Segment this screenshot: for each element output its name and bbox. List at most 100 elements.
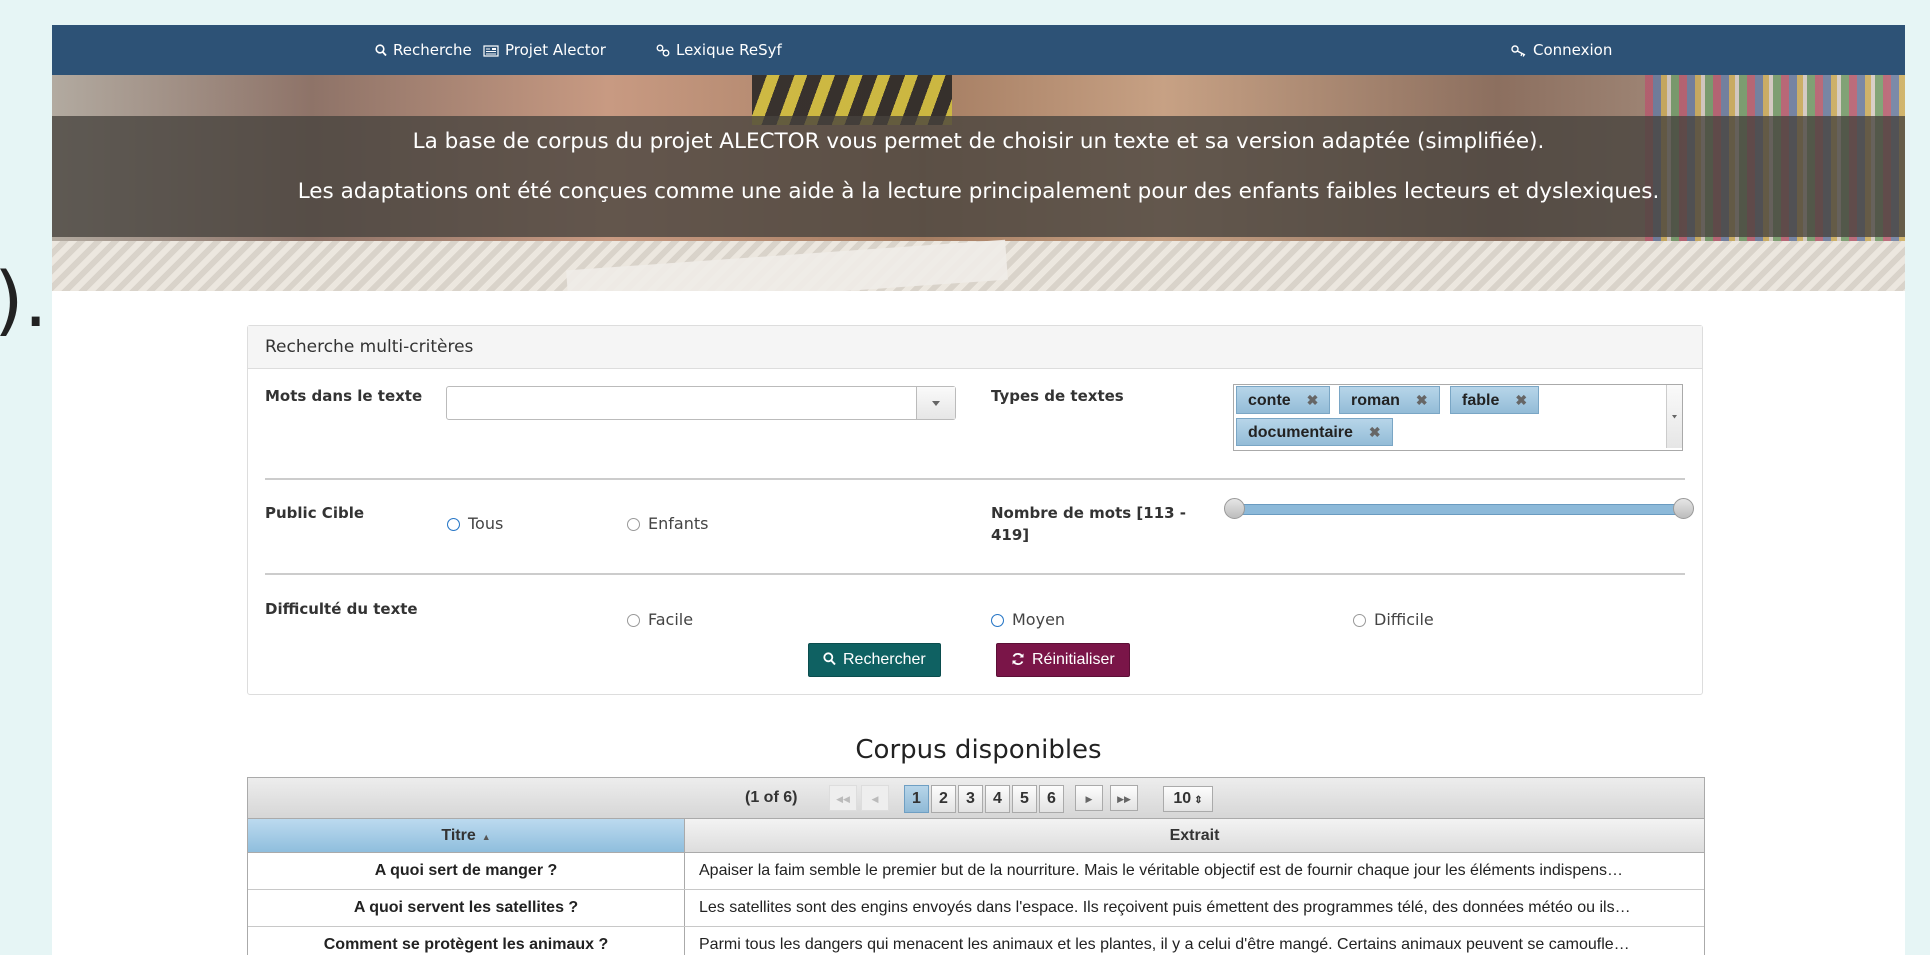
sort-ascending-icon: ▲ <box>481 832 491 842</box>
hero-intro-line: La base de corpus du projet ALECTOR vous… <box>412 129 1545 154</box>
page-info: (1 of 6) <box>745 789 798 806</box>
row-extract: Parmi tous les dangers qui menacent les … <box>699 936 1630 953</box>
word-count-label-line2: 419] <box>991 526 1030 544</box>
type-tag-label: documentaire <box>1248 424 1353 441</box>
next-page-icon[interactable]: ▶ <box>1075 785 1103 811</box>
type-tag-label: fable <box>1462 392 1500 409</box>
column-header-title[interactable]: Titre ▲ <box>248 819 685 852</box>
page-link-5[interactable]: 5 <box>1012 785 1037 813</box>
words-select-toggle[interactable] <box>916 387 955 419</box>
types-label: Types de textes <box>991 387 1124 405</box>
public-label: Public Cible <box>265 504 365 522</box>
column-header-extract: Extrait <box>685 819 1704 852</box>
search-panel-header: Recherche multi-critères <box>248 326 1702 369</box>
paginator: (1 of 6) ◀◀ ◀ 1 2 3 4 5 6 ▶ ▶▶ 10 ⇕ <box>248 778 1704 819</box>
difficulty-radio-moyen[interactable]: Moyen <box>991 610 1065 630</box>
page-link-3[interactable]: 3 <box>958 785 983 813</box>
edge-text-fragment: ). <box>0 255 48 344</box>
difficulty-radio-difficile[interactable]: Difficile <box>1353 610 1434 630</box>
top-navbar: Recherche Projet Alector Lexique ReSyf C… <box>52 25 1905 75</box>
column-header-label: Titre <box>441 827 476 844</box>
key-icon <box>1511 45 1526 57</box>
link-icon <box>656 44 670 57</box>
row-extract: Apaiser la faim semble le premier but de… <box>699 862 1624 879</box>
nav-login-link[interactable]: Connexion <box>1511 25 1612 75</box>
search-panel-title: Recherche multi-critères <box>265 337 474 357</box>
remove-tag-icon[interactable]: ✖ <box>1369 424 1381 440</box>
difficulty-option-label: Facile <box>648 610 694 629</box>
search-button-label: Rechercher <box>843 651 926 668</box>
nav-lexicon-label: Lexique ReSyf <box>676 41 782 59</box>
rows-per-page-select[interactable]: 10 ⇕ <box>1163 786 1213 812</box>
type-tag-roman[interactable]: roman ✖ <box>1339 386 1440 414</box>
radio-unchecked-icon <box>1353 614 1366 627</box>
row-title[interactable]: A quoi servent les satellites ? <box>248 890 685 926</box>
remove-tag-icon[interactable]: ✖ <box>1307 392 1319 408</box>
remove-tag-icon[interactable]: ✖ <box>1416 392 1428 408</box>
row-extract: Les satellites sont des engins envoyés d… <box>699 899 1631 916</box>
remove-tag-icon[interactable]: ✖ <box>1515 392 1527 408</box>
reset-button[interactable]: Réinitialiser <box>996 643 1130 677</box>
hero-adaptation-line: Les adaptations ont été conçues comme un… <box>297 179 1660 204</box>
public-option-label: Tous <box>468 514 504 533</box>
table-row[interactable]: A quoi servent les satellites ? Les sate… <box>248 890 1704 927</box>
radio-unchecked-icon <box>627 614 640 627</box>
caret-down-icon <box>1672 415 1677 419</box>
nav-search-label: Recherche <box>393 41 472 59</box>
row-divider <box>265 478 1685 480</box>
words-select[interactable] <box>446 386 956 420</box>
search-icon <box>823 652 836 666</box>
word-count-max-handle[interactable] <box>1673 498 1694 519</box>
rows-per-page-value: 10 <box>1173 790 1192 807</box>
difficulty-label: Difficulté du texte <box>265 600 418 618</box>
last-page-icon[interactable]: ▶▶ <box>1110 785 1138 811</box>
type-tag-conte[interactable]: conte ✖ <box>1236 386 1331 414</box>
type-tag-documentaire[interactable]: documentaire ✖ <box>1236 418 1393 446</box>
word-count-min-handle[interactable] <box>1224 498 1245 519</box>
nav-login-label: Connexion <box>1533 41 1613 59</box>
page-link-2[interactable]: 2 <box>931 785 956 813</box>
table-row[interactable]: Comment se protègent les animaux ? Parmi… <box>248 927 1704 955</box>
page-link-1[interactable]: 1 <box>904 785 929 813</box>
nav-search-link[interactable]: Recherche <box>375 25 472 75</box>
row-title[interactable]: A quoi sert de manger ? <box>248 853 685 889</box>
radio-checked-icon <box>991 614 1004 627</box>
hero-banner: La base de corpus du projet ALECTOR vous… <box>52 75 1905 291</box>
reset-button-label: Réinitialiser <box>1032 651 1115 668</box>
row-title[interactable]: Comment se protègent les animaux ? <box>248 927 685 955</box>
type-tag-label: conte <box>1248 392 1291 409</box>
corpus-section-title: Corpus disponibles <box>855 735 1102 765</box>
public-radio-enfants[interactable]: Enfants <box>627 514 708 534</box>
difficulty-radio-facile[interactable]: Facile <box>627 610 693 630</box>
table-header: Titre ▲ Extrait <box>248 819 1704 853</box>
nav-project-label: Projet Alector <box>505 41 606 59</box>
word-count-slider[interactable] <box>1232 504 1684 515</box>
nav-lexicon-link[interactable]: Lexique ReSyf <box>656 25 782 75</box>
types-dropdown-toggle[interactable] <box>1666 385 1682 448</box>
type-tag-label: roman <box>1351 392 1400 409</box>
search-button[interactable]: Rechercher <box>808 643 941 677</box>
words-label: Mots dans le texte <box>265 387 423 405</box>
hero-text-overlay: La base de corpus du projet ALECTOR vous… <box>52 116 1905 237</box>
page: Recherche Projet Alector Lexique ReSyf C… <box>52 25 1905 955</box>
word-count-label-line1: Nombre de mots [113 - <box>991 504 1187 522</box>
caret-down-icon <box>932 401 940 406</box>
difficulty-option-label: Moyen <box>1012 610 1066 629</box>
difficulty-option-label: Difficile <box>1374 610 1434 629</box>
public-radio-tous[interactable]: Tous <box>447 514 503 534</box>
prev-page-icon[interactable]: ◀ <box>861 785 889 811</box>
types-multiselect[interactable]: conte ✖ roman ✖ fable ✖ documentaire ✖ <box>1233 384 1683 451</box>
nav-project-link[interactable]: Projet Alector <box>483 25 606 75</box>
first-page-icon[interactable]: ◀◀ <box>829 785 857 811</box>
corpus-table: (1 of 6) ◀◀ ◀ 1 2 3 4 5 6 ▶ ▶▶ 10 ⇕ Titre… <box>247 777 1705 955</box>
type-tag-fable[interactable]: fable ✖ <box>1450 386 1540 414</box>
row-divider <box>265 573 1685 575</box>
table-row[interactable]: A quoi sert de manger ? Apaiser la faim … <box>248 853 1704 890</box>
word-count-label: Nombre de mots [113 - 419] <box>991 502 1186 546</box>
public-option-label: Enfants <box>648 514 709 533</box>
page-link-6[interactable]: 6 <box>1039 785 1064 813</box>
page-link-4[interactable]: 4 <box>985 785 1010 813</box>
spinner-arrows-icon: ⇕ <box>1194 795 1203 806</box>
search-icon <box>375 44 387 57</box>
radio-unchecked-icon <box>627 518 640 531</box>
